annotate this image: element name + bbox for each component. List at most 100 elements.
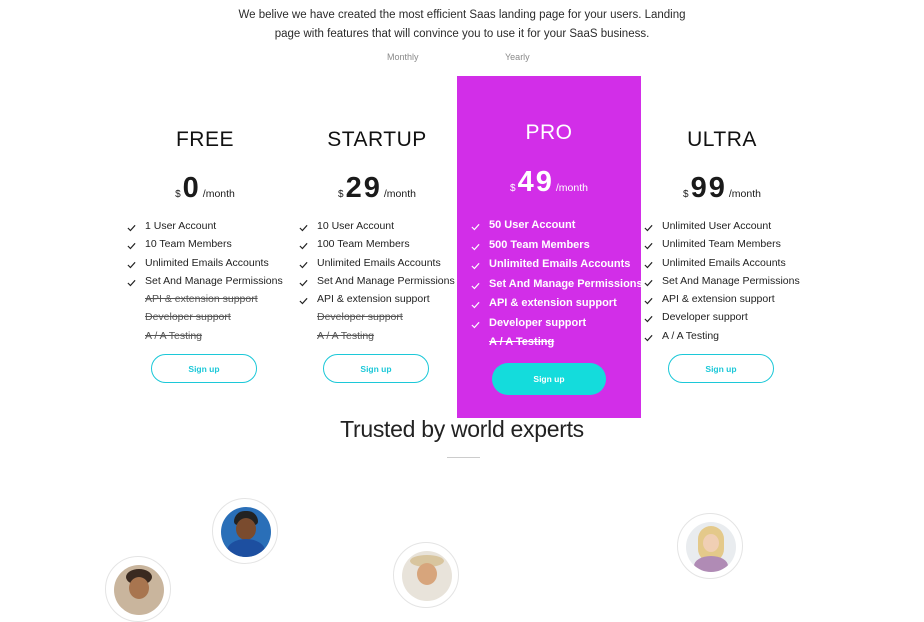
- plan-price: $49/month: [463, 166, 635, 199]
- feature-item: Set And Manage Permissions: [642, 275, 800, 293]
- price-currency: $: [510, 183, 516, 194]
- feature-item: 1 User Account: [125, 220, 283, 238]
- check-icon: [299, 296, 308, 305]
- check-icon: [299, 278, 308, 287]
- signup-button[interactable]: Sign up: [668, 354, 774, 383]
- feature-item-excluded: A / A Testing: [469, 336, 643, 356]
- feature-item: Unlimited Emails Accounts: [297, 257, 455, 275]
- check-icon: [471, 242, 480, 250]
- feature-label: 1 User Account: [145, 220, 217, 232]
- feature-list: Unlimited User Account Unlimited Team Mem…: [642, 220, 800, 348]
- feature-label: API & extension support: [145, 293, 258, 306]
- check-icon: [644, 223, 653, 232]
- signup-button[interactable]: Sign up: [151, 354, 257, 383]
- feature-label: A / A Testing: [317, 329, 375, 342]
- check-icon: [644, 314, 653, 323]
- price-amount: 99: [690, 172, 727, 204]
- feature-item: API & extension support: [642, 293, 800, 311]
- feature-label: Unlimited User Account: [662, 220, 772, 232]
- feature-item: Set And Manage Permissions: [297, 275, 455, 293]
- feature-item-excluded: A / A Testing: [297, 330, 455, 348]
- feature-label: Unlimited Team Members: [662, 238, 781, 251]
- feature-item: A / A Testing: [642, 330, 800, 348]
- check-icon: [299, 241, 308, 250]
- feature-label: Developer support: [317, 311, 403, 324]
- check-icon: [127, 278, 136, 287]
- signup-button[interactable]: Sign up: [492, 363, 606, 395]
- feature-label: Unlimited Emails Accounts: [489, 258, 631, 270]
- check-icon: [299, 260, 308, 268]
- billing-monthly-toggle[interactable]: Monthly: [387, 52, 419, 62]
- feature-item: 10 Team Members: [125, 238, 283, 256]
- price-amount: 49: [517, 166, 554, 198]
- feature-label: 100 Team Members: [317, 238, 410, 251]
- feature-item: Developer support: [469, 317, 643, 337]
- check-icon: [127, 223, 136, 232]
- feature-label: 500 Team Members: [489, 238, 590, 251]
- feature-label: API & extension support: [662, 293, 775, 306]
- plan-name: ULTRA: [687, 128, 757, 151]
- feature-label: Set And Manage Permissions: [662, 274, 800, 287]
- section-divider: [447, 457, 480, 458]
- check-icon: [299, 223, 308, 232]
- check-icon: [471, 281, 480, 289]
- feature-label: Developer support: [489, 316, 587, 329]
- check-icon: [471, 320, 480, 328]
- expert-avatar: [212, 498, 278, 564]
- feature-item: Developer support: [642, 311, 800, 329]
- check-icon: [644, 296, 653, 305]
- check-icon: [127, 260, 136, 268]
- feature-item: Set And Manage Permissions: [125, 275, 283, 293]
- check-icon: [471, 261, 480, 270]
- feature-list: 1 User Account 10 Team Members Unlimited E…: [125, 220, 283, 348]
- feature-label: A / A Testing: [145, 329, 203, 342]
- feature-item-excluded: Developer support: [125, 311, 283, 329]
- check-icon: [471, 300, 480, 309]
- feature-label: A / A Testing: [489, 336, 555, 348]
- check-icon: [644, 260, 653, 268]
- price-period: /month: [383, 188, 416, 200]
- plan-name: PRO: [525, 121, 573, 144]
- feature-label: Unlimited Emails Accounts: [662, 256, 786, 269]
- feature-item: 100 Team Members: [297, 238, 455, 256]
- feature-label: Unlimited Emails Accounts: [145, 256, 269, 269]
- signup-button[interactable]: Sign up: [323, 354, 429, 383]
- feature-label: 10 Team Members: [145, 238, 232, 251]
- feature-item: 500 Team Members: [469, 239, 643, 259]
- trusted-heading: Trusted by world experts: [340, 416, 584, 442]
- price-currency: $: [683, 189, 689, 200]
- intro-text: We belive we have created the most effic…: [0, 6, 924, 44]
- feature-item: Unlimited Team Members: [642, 238, 800, 256]
- feature-item: Set And Manage Permissions: [469, 278, 643, 298]
- feature-label: Set And Manage Permissions: [145, 274, 283, 287]
- check-icon: [644, 241, 653, 250]
- feature-item: API & extension support: [297, 293, 455, 311]
- price-period: /month: [555, 182, 588, 194]
- plan-name: STARTUP: [327, 128, 427, 151]
- plan-name: FREE: [175, 128, 234, 151]
- feature-label: Developer support: [662, 311, 748, 324]
- feature-label: 50 User Account: [489, 219, 576, 231]
- expert-avatar: [105, 556, 171, 622]
- check-icon: [644, 333, 653, 342]
- plan-price: $99/month: [636, 172, 808, 205]
- price-period: /month: [202, 188, 235, 200]
- plan-price: $0/month: [119, 172, 291, 205]
- feature-list: 50 User Account 500 Team Members Unlimited…: [469, 219, 643, 356]
- expert-avatar: [393, 542, 459, 608]
- feature-item: Unlimited Emails Accounts: [469, 258, 643, 278]
- feature-item: API & extension support: [469, 297, 643, 317]
- expert-avatar: [677, 513, 743, 579]
- intro-line-1: We belive we have created the most effic…: [238, 9, 686, 21]
- feature-label: API & extension support: [317, 293, 430, 306]
- feature-list: 10 User Account 100 Team Members Unlimited…: [297, 220, 455, 348]
- price-currency: $: [175, 189, 181, 200]
- feature-label: Set And Manage Permissions: [489, 277, 643, 290]
- price-currency: $: [338, 189, 344, 200]
- billing-yearly-toggle[interactable]: Yearly: [505, 52, 530, 62]
- check-icon: [127, 241, 136, 250]
- feature-label: Set And Manage Permissions: [317, 274, 455, 287]
- check-icon: [471, 222, 480, 231]
- feature-item: 10 User Account: [297, 220, 455, 238]
- price-period: /month: [728, 188, 761, 200]
